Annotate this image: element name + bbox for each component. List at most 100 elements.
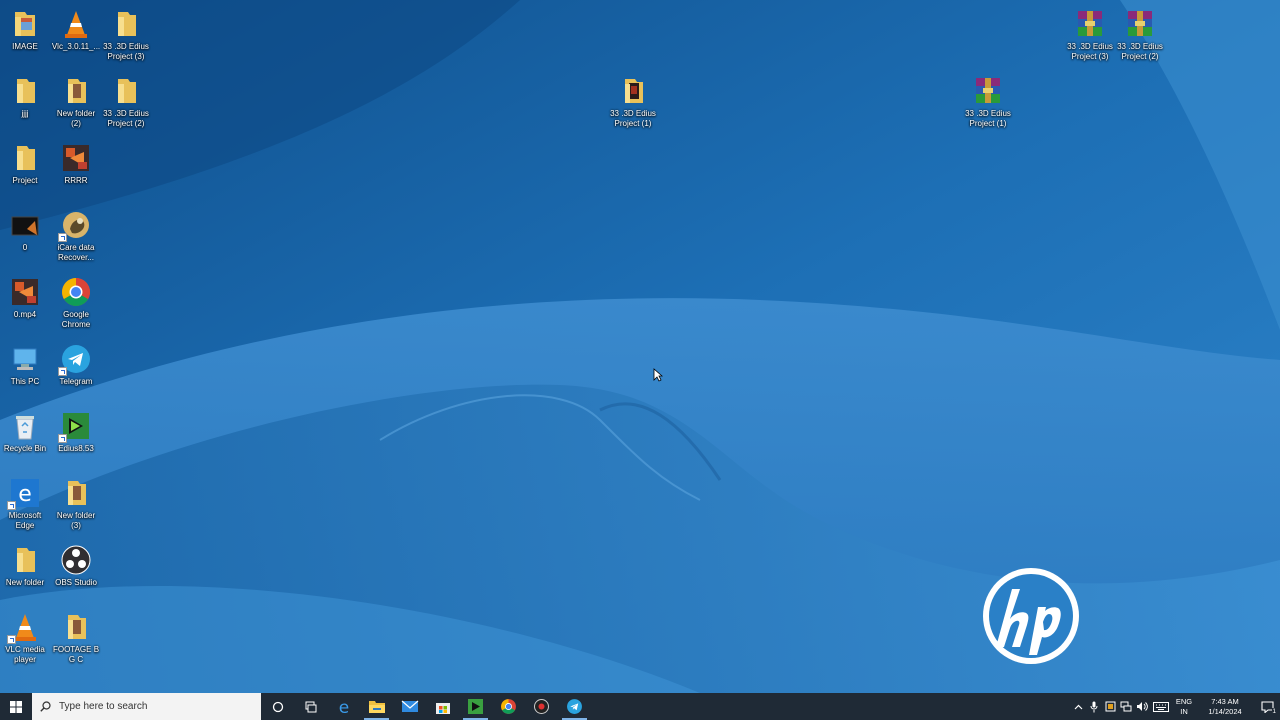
action-center-button[interactable]: 1 bbox=[1254, 693, 1280, 720]
tray-microphone-button[interactable] bbox=[1086, 693, 1102, 720]
edge-icon: e bbox=[338, 698, 348, 716]
folder-icon bbox=[68, 79, 86, 103]
shortcut-arrow-icon bbox=[7, 635, 16, 644]
desktop-icon-image-folder[interactable]: IMAGE bbox=[0, 8, 50, 52]
system-tray: ENG IN 7:43 AM 1/14/2024 1 bbox=[1070, 693, 1280, 720]
language-code: ENG bbox=[1175, 696, 1193, 706]
desktop-icon-edius-project-1-folder[interactable]: 33 .3D Edius Project (1) bbox=[608, 75, 658, 129]
tray-keyboard-button[interactable] bbox=[1150, 693, 1172, 720]
edius-file-icon bbox=[12, 279, 38, 305]
desktop-icon-recycle-bin[interactable]: Recycle Bin bbox=[0, 410, 50, 454]
edius-file-icon bbox=[63, 145, 89, 171]
icon-label: OBS Studio bbox=[55, 578, 97, 587]
icon-label: 0 bbox=[22, 243, 28, 252]
desktop-icon-folder[interactable]: jjjj bbox=[0, 75, 50, 119]
tray-volume-button[interactable] bbox=[1134, 693, 1150, 720]
desktop-icon-new-folder-3[interactable]: New folder (3) bbox=[51, 477, 101, 531]
desktop-icon-folder[interactable]: Project bbox=[0, 142, 50, 186]
clock-time: 7:43 AM bbox=[1211, 696, 1239, 706]
telegram-icon bbox=[567, 699, 582, 714]
desktop-icon-rrrr[interactable]: RRRR bbox=[51, 142, 101, 186]
icon-label: Microsoft Edge bbox=[8, 511, 42, 530]
desktop-icon-google-chrome[interactable]: Google Chrome bbox=[51, 276, 101, 330]
speaker-icon bbox=[1137, 702, 1148, 711]
desktop-icon-edius-project-1-archive[interactable]: 33 .3D Edius Project (1) bbox=[963, 75, 1013, 129]
start-button[interactable] bbox=[0, 693, 32, 720]
search-icon bbox=[40, 701, 51, 712]
store-bag-icon bbox=[435, 702, 450, 714]
taskbar-screen-recorder-button[interactable] bbox=[525, 693, 558, 720]
icon-label: New folder bbox=[5, 578, 45, 587]
language-indicator[interactable]: ENG IN bbox=[1172, 697, 1196, 717]
tray-network-button[interactable] bbox=[1118, 693, 1134, 720]
icon-label: Telegram bbox=[59, 377, 93, 386]
chevron-up-icon bbox=[1074, 704, 1082, 709]
task-view-button[interactable] bbox=[294, 693, 327, 720]
desktop-icon-telegram[interactable]: Telegram bbox=[51, 343, 101, 387]
icon-label: 33 .3D Edius Project (3) bbox=[103, 42, 149, 61]
icon-label: New folder (3) bbox=[56, 511, 96, 530]
taskbar-file-explorer-button[interactable] bbox=[360, 693, 393, 720]
mail-icon bbox=[401, 700, 418, 712]
taskbar-edge-button[interactable]: e bbox=[327, 693, 360, 720]
icon-label: jjjj bbox=[21, 109, 29, 118]
search-input[interactable] bbox=[57, 700, 251, 713]
winrar-archive-icon bbox=[1128, 11, 1152, 36]
computer-icon bbox=[13, 348, 37, 370]
folder-icon bbox=[118, 79, 136, 103]
desktop-icon-new-folder[interactable]: New folder bbox=[0, 544, 50, 588]
desktop-icon-video-file[interactable]: 0 bbox=[0, 209, 50, 253]
windows-logo-icon bbox=[10, 700, 22, 713]
icon-label: New folder (2) bbox=[56, 109, 96, 128]
shortcut-arrow-icon bbox=[58, 233, 67, 242]
desktop-icon-new-folder-2[interactable]: New folder (2) bbox=[51, 75, 101, 129]
cortana-button[interactable] bbox=[261, 693, 294, 720]
desktop-icon-edius-project-2-folder[interactable]: 33 .3D Edius Project (2) bbox=[101, 75, 151, 129]
desktop-icon-obs-studio[interactable]: OBS Studio bbox=[51, 544, 101, 588]
network-icon bbox=[1120, 701, 1132, 712]
taskbar-telegram-button[interactable] bbox=[558, 693, 591, 720]
chrome-icon bbox=[501, 699, 516, 714]
show-hidden-icons-button[interactable] bbox=[1070, 693, 1086, 720]
taskbar: e bbox=[0, 693, 1280, 720]
icon-label: IMAGE bbox=[12, 42, 38, 51]
taskbar-search-box[interactable] bbox=[32, 693, 261, 720]
desktop-icon-vlc-installer[interactable]: Vlc_3.0.11_... bbox=[51, 8, 101, 52]
winrar-archive-icon bbox=[976, 78, 1000, 103]
icon-label: iCare data Recover... bbox=[57, 243, 95, 262]
desktop-icon-edius-project-3-folder[interactable]: 33 .3D Edius Project (3) bbox=[101, 8, 151, 62]
edius-icon bbox=[468, 699, 483, 714]
icon-label: 33 .3D Edius Project (3) bbox=[1067, 42, 1113, 61]
icon-label: 33 .3D Edius Project (1) bbox=[965, 109, 1011, 128]
tray-security-button[interactable] bbox=[1102, 693, 1118, 720]
desktop-icon-vlc[interactable]: VLC media player bbox=[0, 611, 50, 665]
microphone-icon bbox=[1090, 701, 1098, 712]
desktop-icon-edius-project-2-archive[interactable]: 33 .3D Edius Project (2) bbox=[1115, 8, 1165, 62]
icon-label: Edius8.53 bbox=[58, 444, 94, 453]
icon-label: Project bbox=[12, 176, 38, 185]
recorder-icon bbox=[534, 699, 549, 714]
desktop-icon-this-pc[interactable]: This PC bbox=[0, 343, 50, 387]
chrome-icon bbox=[62, 278, 90, 306]
hp-logo bbox=[982, 567, 1080, 665]
shield-icon bbox=[1105, 701, 1115, 712]
svg-text:e: e bbox=[338, 698, 348, 716]
desktop-icon-icare[interactable]: iCare data Recover... bbox=[51, 209, 101, 263]
desktop-icon-edius-project-3-archive[interactable]: 33 .3D Edius Project (3) bbox=[1065, 8, 1115, 62]
taskbar-edius-button[interactable] bbox=[459, 693, 492, 720]
desktop-icon-footage[interactable]: FOOTAGE B G C bbox=[51, 611, 101, 665]
icon-label: 33 .3D Edius Project (2) bbox=[103, 109, 149, 128]
desktop-icon-mp4-file[interactable]: 0.mp4 bbox=[0, 276, 50, 320]
vlc-cone-icon bbox=[65, 11, 87, 38]
taskbar-mail-button[interactable] bbox=[393, 693, 426, 720]
taskbar-store-button[interactable] bbox=[426, 693, 459, 720]
desktop-icon-microsoft-edge[interactable]: e Microsoft Edge bbox=[0, 477, 50, 531]
taskbar-chrome-button[interactable] bbox=[492, 693, 525, 720]
clock-date: 1/14/2024 bbox=[1208, 706, 1242, 716]
keyboard-icon bbox=[1153, 701, 1169, 712]
recycle-bin-icon bbox=[16, 416, 34, 440]
icon-label: Recycle Bin bbox=[3, 444, 47, 453]
taskbar-clock[interactable]: 7:43 AM 1/14/2024 bbox=[1196, 697, 1254, 717]
desktop-icon-edius[interactable]: Edius8.53 bbox=[51, 410, 101, 454]
mouse-cursor-icon bbox=[653, 368, 663, 382]
